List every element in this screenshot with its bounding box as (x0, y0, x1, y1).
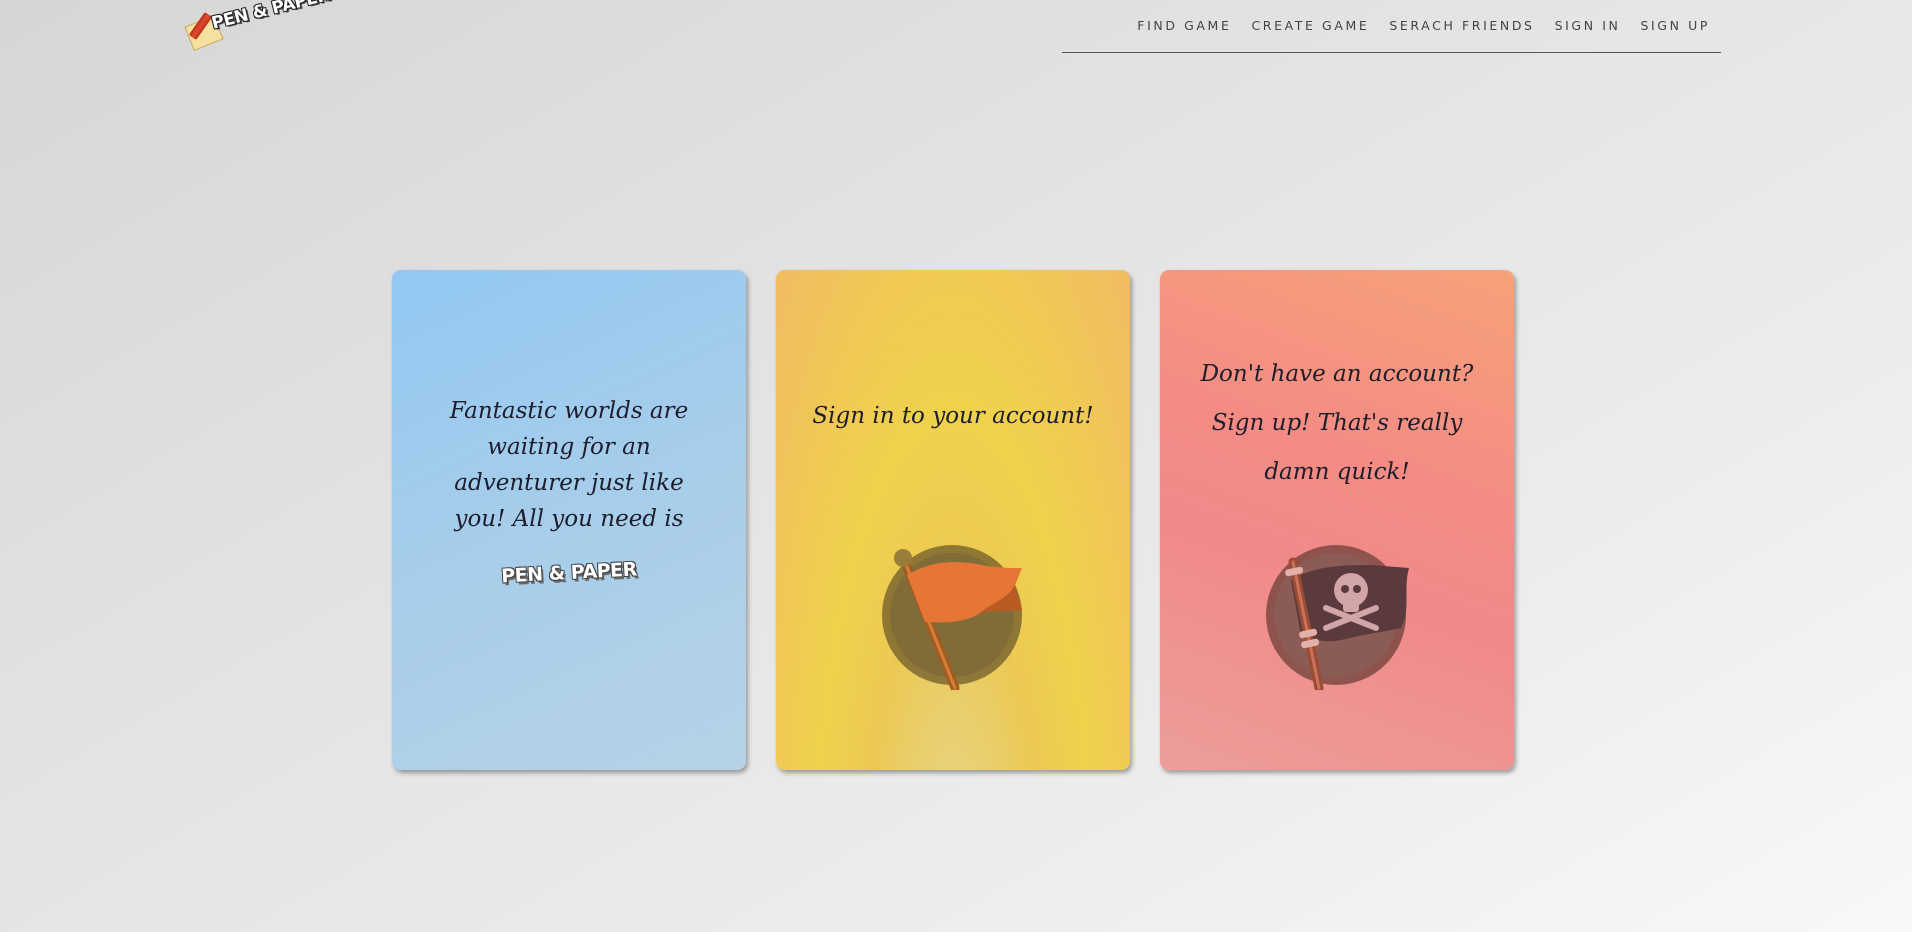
intro-card-text: Fantastic worlds are waiting for an adve… (449, 398, 689, 532)
intro-card: Fantastic worlds are waiting for an adve… (392, 270, 746, 770)
sign-up-card-text: Don't have an account? Sign up! That's r… (1200, 361, 1474, 485)
main-nav: FIND GAME CREATE GAME SERACH FRIENDS SIG… (1062, 0, 1721, 53)
sign-in-card[interactable]: Sign in to your account! (776, 270, 1130, 770)
nav-search-friends[interactable]: SERACH FRIENDS (1389, 18, 1534, 33)
nav-create-game[interactable]: CREATE GAME (1251, 18, 1369, 33)
nav-sign-in[interactable]: SIGN IN (1555, 18, 1621, 33)
nav-find-game[interactable]: FIND GAME (1137, 18, 1231, 33)
logo-text: PEN & PAPER (209, 0, 332, 34)
sign-in-card-text: Sign in to your account! (812, 403, 1094, 429)
logo[interactable]: PEN & PAPER (184, 0, 332, 52)
sign-up-card[interactable]: Don't have an account? Sign up! That's r… (1160, 270, 1514, 770)
pirate-flag-icon (1261, 540, 1411, 690)
nav-sign-up[interactable]: SIGN UP (1640, 18, 1710, 33)
card-logo: PEN & PAPER (500, 558, 638, 588)
flag-icon (877, 540, 1027, 690)
